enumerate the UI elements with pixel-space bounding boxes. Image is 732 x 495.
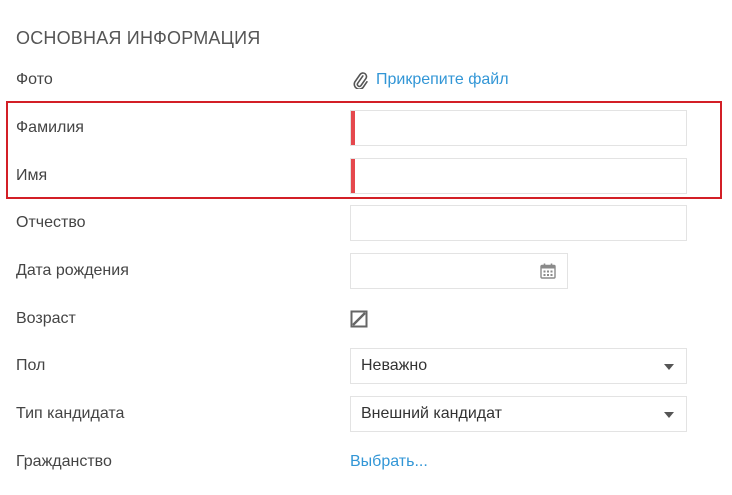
gender-selected-value: Неважно xyxy=(361,357,428,374)
calendar-icon[interactable] xyxy=(539,262,557,280)
first-name-input[interactable] xyxy=(350,158,687,194)
photo-label: Фото xyxy=(16,71,53,88)
attach-file-link[interactable]: Прикрепите файл xyxy=(376,71,509,89)
last-name-label: Фамилия xyxy=(16,119,84,136)
birth-date-input[interactable] xyxy=(350,253,568,289)
citizenship-label: Гражданство xyxy=(16,453,112,470)
candidate-type-select[interactable]: Внешний кандидат xyxy=(350,396,687,432)
gender-select[interactable]: Неважно xyxy=(350,348,687,384)
candidate-type-selected-value: Внешний кандидат xyxy=(361,405,502,422)
chevron-down-icon[interactable] xyxy=(664,412,674,418)
required-indicator xyxy=(351,111,355,145)
last-name-input[interactable] xyxy=(350,110,687,146)
chevron-down-icon[interactable] xyxy=(664,364,674,370)
middle-name-input[interactable] xyxy=(350,205,687,241)
required-indicator xyxy=(351,159,355,193)
citizenship-select-link[interactable]: Выбрать... xyxy=(350,453,428,471)
candidate-type-label: Тип кандидата xyxy=(16,405,125,422)
birth-date-label: Дата рождения xyxy=(16,262,129,279)
section-title: ОСНОВНАЯ ИНФОРМАЦИЯ xyxy=(16,28,261,48)
middle-name-label: Отчество xyxy=(16,214,86,231)
gender-label: Пол xyxy=(16,357,46,374)
age-checkbox-disabled-icon[interactable] xyxy=(350,310,368,328)
paperclip-icon[interactable] xyxy=(351,71,369,89)
age-label: Возраст xyxy=(16,310,76,327)
first-name-label: Имя xyxy=(16,167,48,184)
